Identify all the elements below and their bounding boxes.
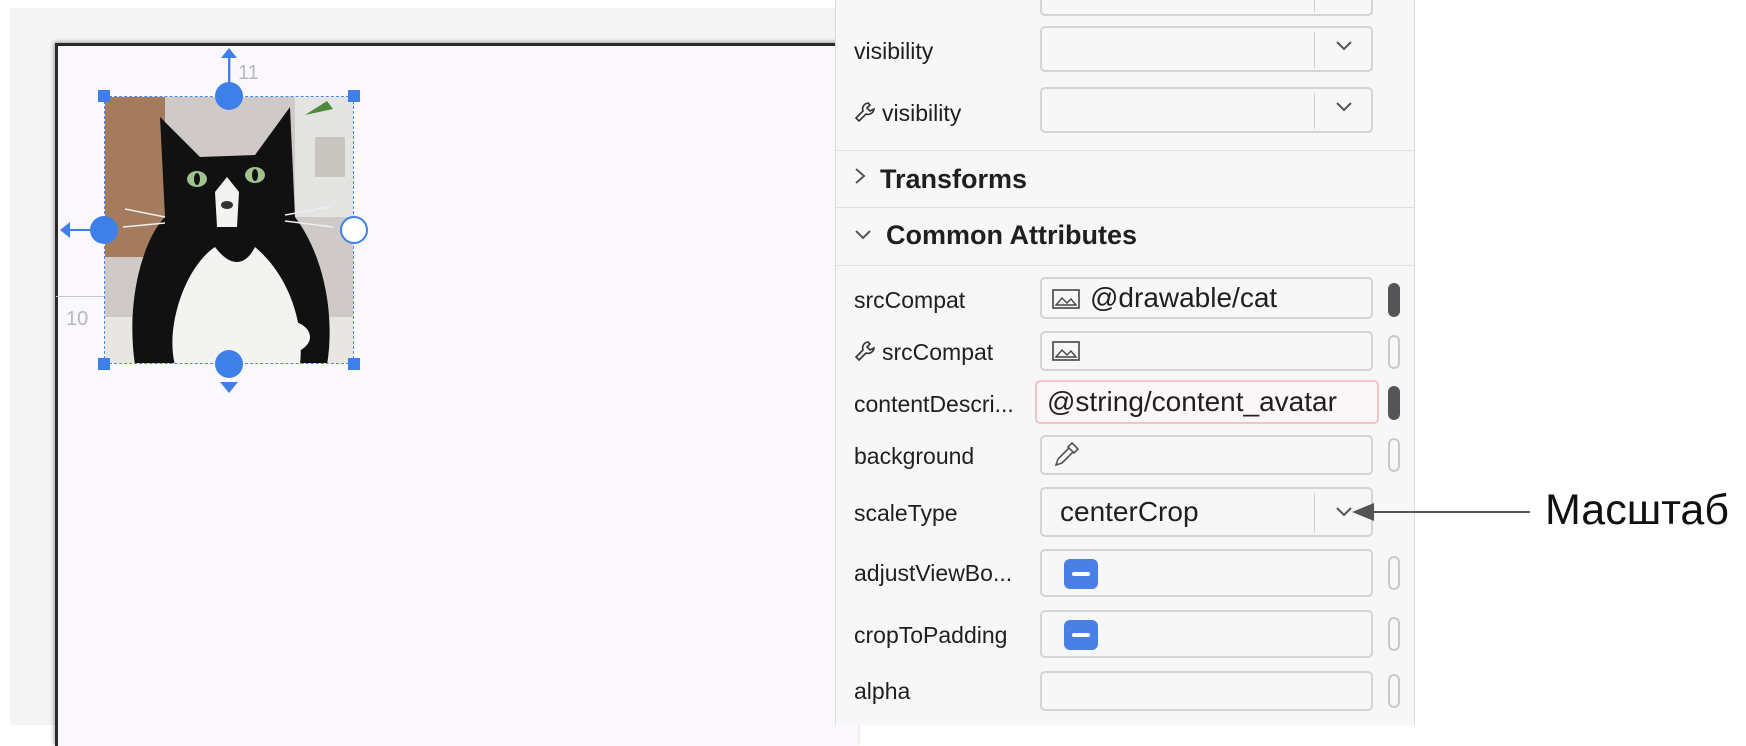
tools-visibility-dropdown[interactable] bbox=[1040, 87, 1373, 133]
content-description-label: contentDescri... bbox=[854, 391, 1014, 417]
annotation-label: Масштаб bbox=[1545, 486, 1729, 534]
truncated-attribute-dropdown[interactable] bbox=[1040, 0, 1373, 16]
tools-srccompat-text: srcCompat bbox=[882, 339, 994, 365]
constraint-handle-right[interactable] bbox=[340, 216, 368, 244]
scale-type-label: scaleType bbox=[854, 500, 958, 526]
chevron-down-icon bbox=[1336, 41, 1352, 51]
visibility-dropdown[interactable] bbox=[1040, 26, 1373, 72]
constraint-arrow-down-icon bbox=[220, 382, 238, 393]
crop-to-padding-field[interactable] bbox=[1040, 610, 1373, 658]
adjust-view-bounds-field[interactable] bbox=[1040, 549, 1373, 597]
transforms-section-title: Transforms bbox=[880, 164, 1028, 194]
wrench-icon bbox=[854, 102, 875, 123]
crop-to-padding-label: cropToPadding bbox=[854, 622, 1008, 648]
alpha-field[interactable] bbox=[1040, 671, 1373, 711]
margin-guide-left bbox=[56, 296, 104, 297]
background-field[interactable] bbox=[1040, 435, 1373, 475]
scale-type-dropdown[interactable]: centerCrop bbox=[1040, 487, 1373, 537]
chevron-down-icon bbox=[1336, 102, 1352, 112]
constraint-arrow-left-icon bbox=[60, 222, 92, 238]
margin-top-label: 11 bbox=[238, 62, 259, 84]
chevron-down-icon bbox=[855, 230, 871, 240]
crop-to-padding-set-indicator[interactable] bbox=[1388, 617, 1400, 651]
margin-left-label: 10 bbox=[66, 308, 89, 330]
tools-srccompat-set-indicator[interactable] bbox=[1388, 335, 1400, 369]
wrench-icon bbox=[854, 341, 875, 362]
chevron-down-icon bbox=[1336, 507, 1352, 517]
resize-handle-bottom-right[interactable] bbox=[348, 358, 360, 370]
constraint-handle-left[interactable] bbox=[90, 216, 118, 244]
resize-handle-bottom-left[interactable] bbox=[98, 358, 110, 370]
adjust-view-bounds-checkbox[interactable] bbox=[1064, 559, 1098, 589]
content-description-field[interactable]: @string/content_avatar bbox=[1035, 380, 1379, 424]
color-picker-icon bbox=[1054, 441, 1080, 467]
srccompat-label: srcCompat bbox=[854, 287, 966, 313]
selected-image-view[interactable] bbox=[104, 96, 354, 364]
chevron-right-icon bbox=[855, 168, 866, 184]
resize-handle-top-left[interactable] bbox=[98, 90, 110, 102]
content-description-value: @string/content_avatar bbox=[1047, 386, 1337, 417]
tools-srccompat-label: srcCompat bbox=[854, 339, 993, 366]
common-attributes-section-title: Common Attributes bbox=[886, 220, 1137, 250]
tools-visibility-text: visibility bbox=[882, 100, 962, 126]
tools-visibility-label: visibility bbox=[854, 100, 961, 127]
srccompat-field[interactable]: @drawable/cat bbox=[1040, 277, 1373, 319]
annotation-arrow bbox=[1360, 511, 1530, 513]
adjust-view-bounds-label: adjustViewBo... bbox=[854, 560, 1013, 586]
transforms-section-header[interactable]: Transforms bbox=[854, 164, 1027, 195]
visibility-label: visibility bbox=[854, 38, 934, 64]
constraint-handle-top[interactable] bbox=[215, 82, 243, 110]
alpha-label: alpha bbox=[854, 678, 911, 704]
scale-type-value: centerCrop bbox=[1060, 496, 1199, 527]
image-icon bbox=[1052, 341, 1080, 361]
crop-to-padding-checkbox[interactable] bbox=[1064, 620, 1098, 650]
cat-image bbox=[105, 97, 353, 363]
section-divider bbox=[836, 265, 1414, 266]
constraint-handle-bottom[interactable] bbox=[215, 350, 243, 378]
image-icon bbox=[1052, 289, 1080, 309]
section-divider bbox=[836, 150, 1414, 151]
content-description-set-indicator[interactable] bbox=[1388, 386, 1400, 420]
adjust-view-bounds-set-indicator[interactable] bbox=[1388, 556, 1400, 590]
section-divider bbox=[836, 207, 1414, 208]
background-label: background bbox=[854, 443, 975, 469]
common-attributes-section-header[interactable]: Common Attributes bbox=[854, 220, 1137, 251]
attributes-panel: visibility visibility Transforms Common … bbox=[835, 0, 1415, 725]
resize-handle-top-right[interactable] bbox=[348, 90, 360, 102]
tools-srccompat-field[interactable] bbox=[1040, 331, 1373, 371]
srccompat-value: @drawable/cat bbox=[1090, 282, 1278, 313]
srccompat-set-indicator[interactable] bbox=[1388, 283, 1400, 317]
constraint-arrow-up-icon bbox=[221, 48, 237, 82]
background-set-indicator[interactable] bbox=[1388, 438, 1400, 472]
alpha-set-indicator[interactable] bbox=[1388, 674, 1400, 708]
